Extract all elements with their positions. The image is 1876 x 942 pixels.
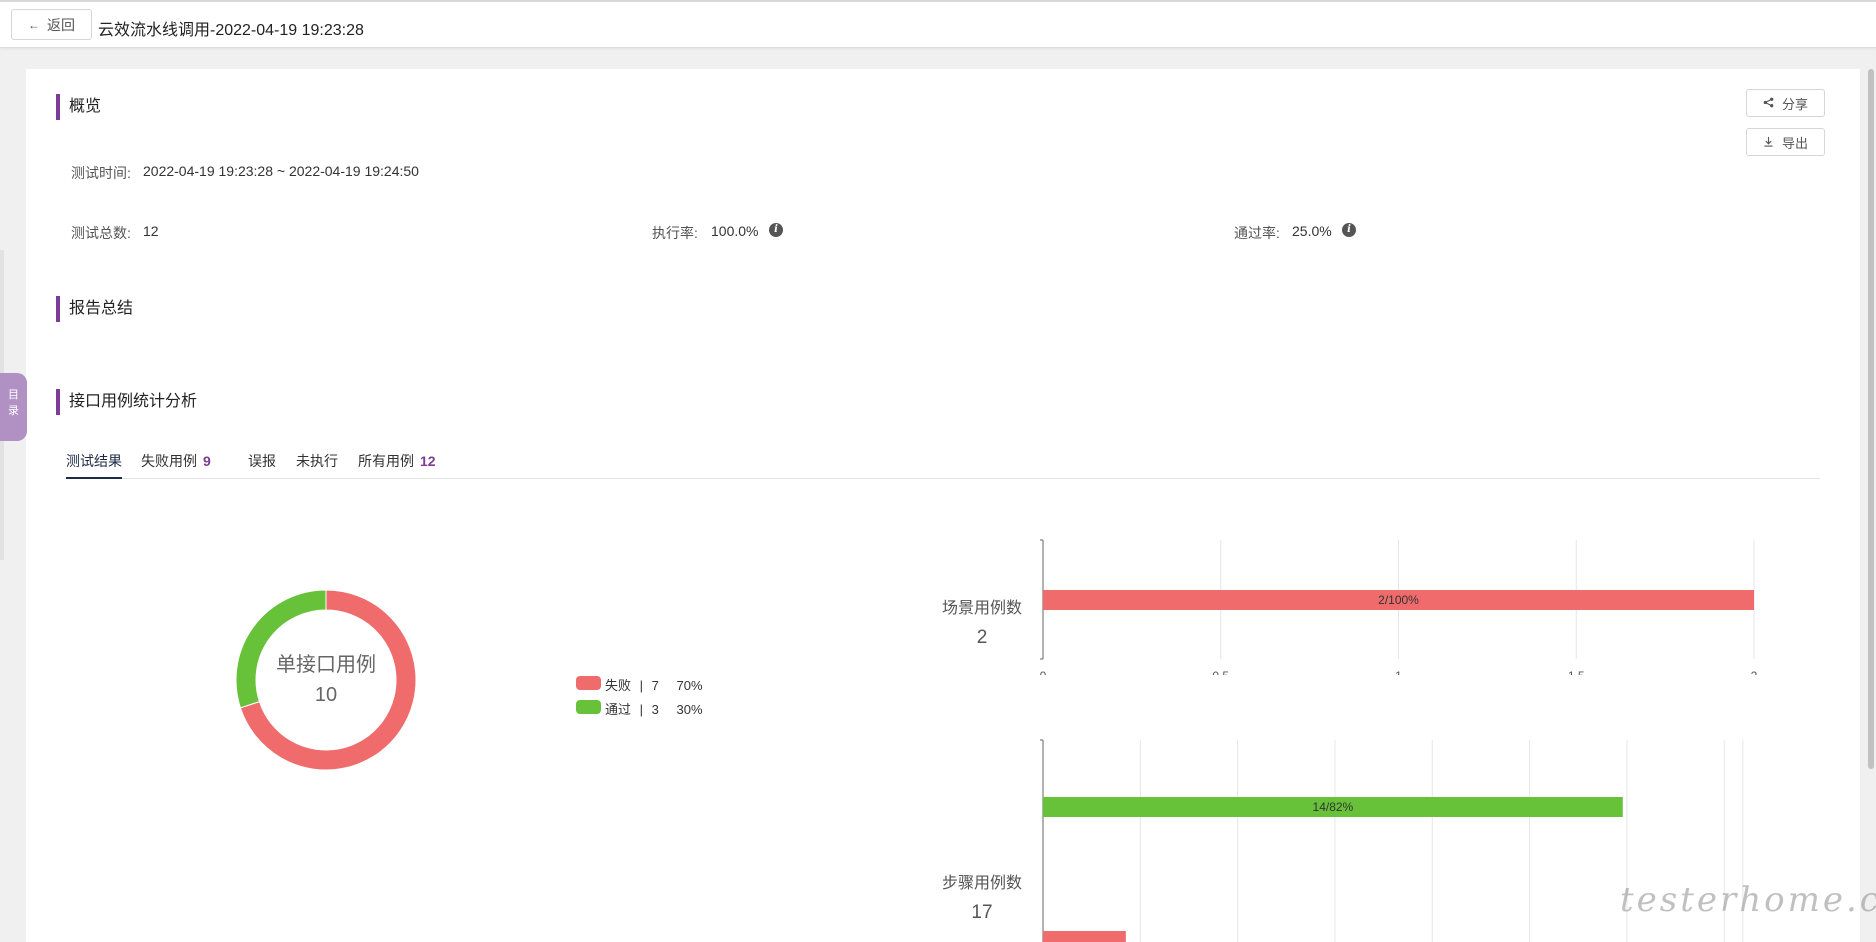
legend-fail[interactable]: 失败 | 7 70% [605, 675, 703, 694]
analysis-tabs: 测试结果 失败用例 9 误报 未执行 所有用例 12 [66, 446, 1820, 479]
export-label: 导出 [1781, 135, 1808, 151]
tab-label: 未执行 [296, 453, 338, 469]
test-time-label: 测试时间: [71, 165, 131, 181]
share-icon [1763, 96, 1774, 111]
total-label: 测试总数: [71, 225, 131, 241]
total-value: 12 [143, 223, 159, 239]
tick-label: 1 [1395, 669, 1402, 675]
tab-label: 所有用例 [358, 453, 414, 469]
legend-swatch-pass[interactable] [576, 700, 601, 714]
tab-false-alarm[interactable]: 误报 [248, 451, 276, 479]
legend-pass-name: 通过 [605, 702, 632, 717]
pass-rate-value: 25.0% [1292, 223, 1332, 239]
back-label: 返回 [47, 16, 75, 33]
pass-rate-info-icon[interactable]: i [1342, 223, 1356, 237]
tick-label: 0.5 [1212, 669, 1229, 675]
tab-all-cases[interactable]: 所有用例 12 [358, 451, 436, 479]
toc-label-1: 目 [8, 389, 19, 401]
scenario-category-label: 场景用例数 [941, 600, 1022, 617]
tick-label: 0 [1040, 669, 1047, 675]
donut-total: 10 [314, 684, 338, 706]
scenario-bar-chart: 2/100% 0 0.5 1 1.5 2 [1040, 539, 1758, 675]
tab-label: 测试结果 [66, 453, 122, 469]
exec-rate-info-icon[interactable]: i [769, 223, 783, 237]
watermark: testerhome.com [1620, 880, 1876, 920]
tick-label: 2 [1751, 669, 1758, 675]
tab-count: 9 [203, 453, 211, 469]
legend-fail-name: 失败 [605, 678, 632, 693]
legend-pass[interactable]: 通过 | 3 30% [605, 699, 703, 718]
step-category-value: 17 [971, 902, 993, 923]
back-button[interactable]: ← 返回 [11, 9, 92, 40]
legend-pass-count: 3 [651, 702, 659, 717]
tab-label: 误报 [248, 453, 276, 469]
bar-label-0: 14/82% [1313, 800, 1354, 814]
analysis-title: 接口用例统计分析 [56, 389, 197, 415]
test-time-value: 2022-04-19 19:23:28 ~ 2022-04-19 19:24:5… [143, 163, 419, 179]
top-bar: ← 返回 云效流水线调用-2022-04-19 19:23:28 [0, 0, 1876, 48]
tab-test-result[interactable]: 测试结果 [66, 451, 122, 479]
download-icon [1763, 135, 1774, 150]
tab-not-executed[interactable]: 未执行 [296, 451, 338, 479]
toc-tab[interactable]: 目 录 [0, 373, 27, 441]
tab-label: 失败用例 [141, 453, 197, 469]
tab-failed-cases[interactable]: 失败用例 9 [141, 451, 211, 479]
step-category-label: 步骤用例数 [941, 875, 1022, 892]
donut-title: 单接口用例 [276, 654, 376, 676]
bar-label-0: 2/100% [1378, 593, 1419, 607]
legend-fail-count: 7 [651, 678, 659, 693]
bar-1 [1043, 931, 1126, 942]
legend-pass-percent: 30% [676, 702, 703, 717]
toc-label-2: 录 [8, 405, 19, 417]
legend-swatch-fail[interactable] [576, 676, 601, 690]
legend-fail-percent: 70% [676, 678, 703, 693]
tab-count: 12 [420, 453, 436, 469]
overview-title: 概览 [56, 94, 101, 120]
donut-chart [235, 589, 417, 771]
arrow-left-icon: ← [28, 17, 40, 32]
scrollbar[interactable] [1868, 69, 1874, 769]
pass-rate-label: 通过率: [1234, 225, 1280, 241]
tick-label: 1.5 [1568, 669, 1585, 675]
scenario-category-value: 2 [976, 627, 988, 648]
exec-rate-label: 执行率: [652, 225, 698, 241]
exec-rate-value: 100.0% [711, 223, 759, 239]
share-button[interactable]: 分享 [1746, 89, 1825, 117]
share-label: 分享 [1781, 96, 1808, 112]
page-title: 云效流水线调用-2022-04-19 19:23:28 [98, 22, 364, 39]
export-button[interactable]: 导出 [1746, 128, 1825, 156]
summary-title: 报告总结 [56, 296, 133, 322]
